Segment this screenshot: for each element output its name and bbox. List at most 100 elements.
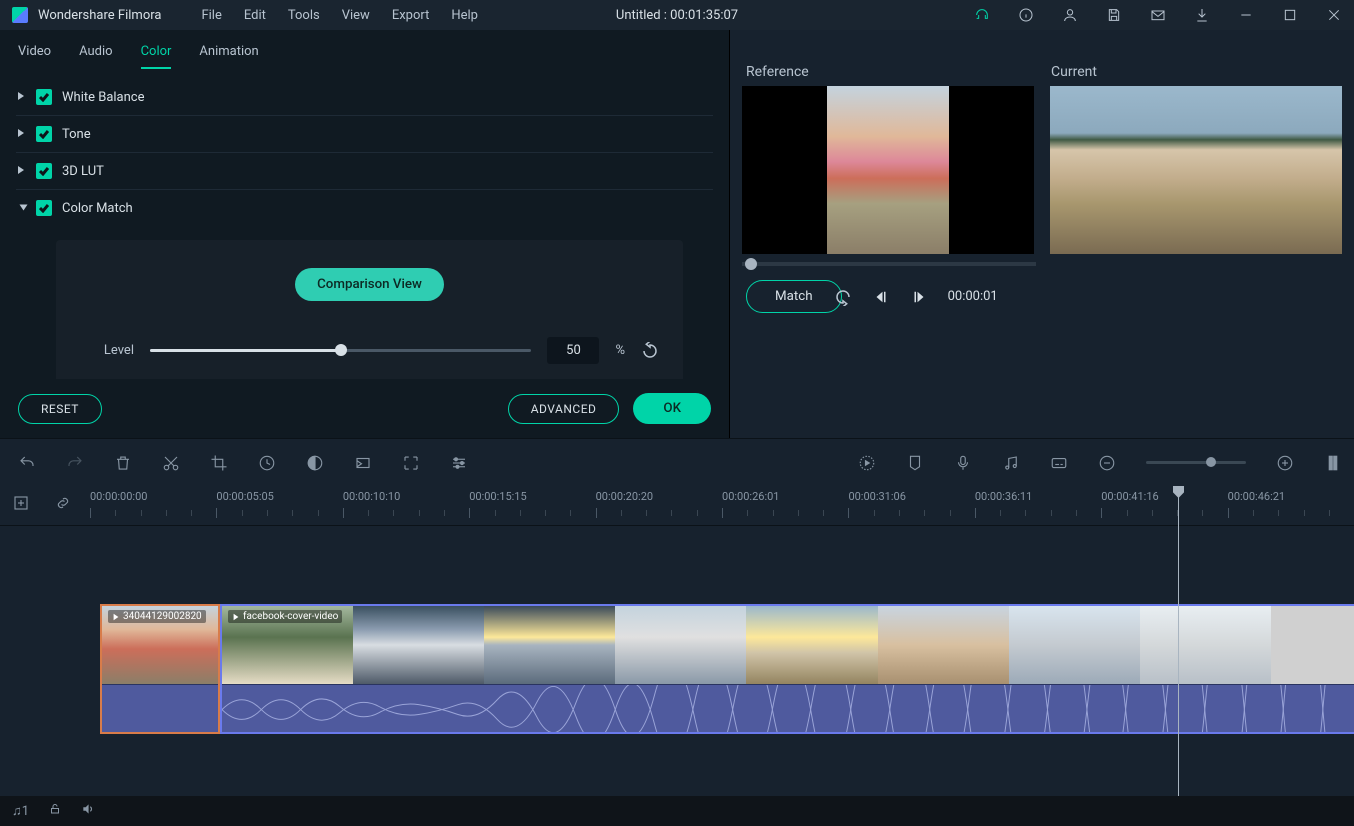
menu-tools[interactable]: Tools <box>288 8 320 23</box>
reset-level-icon[interactable] <box>641 342 659 360</box>
current-preview <box>1050 86 1342 254</box>
menu-help[interactable]: Help <box>451 8 478 23</box>
chevron-right-icon[interactable] <box>16 90 28 105</box>
undo-icon[interactable] <box>18 454 36 472</box>
level-slider[interactable] <box>150 349 531 352</box>
ruler-tick: 00:00:26:01 <box>722 490 779 503</box>
expand-icon[interactable] <box>402 454 420 472</box>
zoom-out-icon[interactable] <box>1098 454 1116 472</box>
ruler-tick: 00:00:10:10 <box>343 490 400 503</box>
section-label: 3D LUT <box>62 164 104 179</box>
checkbox-3d-lut[interactable] <box>36 163 52 179</box>
advanced-button[interactable]: ADVANCED <box>508 394 620 424</box>
timeline-toolbar <box>0 438 1354 486</box>
bottom-bar: ♫1 <box>0 796 1354 826</box>
chevron-down-icon[interactable] <box>15 202 30 214</box>
percent-label: % <box>615 343 625 358</box>
download-icon[interactable] <box>1194 7 1210 23</box>
reset-match-icon[interactable] <box>834 288 852 306</box>
subtitle-icon[interactable] <box>1050 454 1068 472</box>
ruler-tick: 00:00:36:11 <box>975 490 1032 503</box>
link-icon[interactable] <box>54 494 72 512</box>
tab-animation[interactable]: Animation <box>199 44 258 69</box>
cut-icon[interactable] <box>162 454 180 472</box>
ruler-tick: 00:00:15:15 <box>469 490 526 503</box>
speed-icon[interactable] <box>258 454 276 472</box>
preview-panel: Reference Current Match 00:00:01 <box>730 30 1354 438</box>
menu-edit[interactable]: Edit <box>244 8 266 23</box>
clip-name: 34044129002820 <box>123 611 202 622</box>
timeline: 00:00:00:00 00:00:05:05 00:00:10:10 00:0… <box>0 486 1354 796</box>
section-white-balance[interactable]: White Balance <box>16 79 713 116</box>
mail-icon[interactable] <box>1150 7 1166 23</box>
render-icon[interactable] <box>858 454 876 472</box>
minimize-icon[interactable] <box>1238 7 1254 23</box>
track-lock-icon[interactable] <box>49 803 61 819</box>
ok-button[interactable]: OK <box>633 393 711 424</box>
zoom-in-icon[interactable] <box>1276 454 1294 472</box>
fit-icon[interactable] <box>1324 454 1336 472</box>
tab-audio[interactable]: Audio <box>79 44 112 69</box>
zoom-slider[interactable] <box>1146 461 1246 464</box>
timeline-ruler[interactable]: 00:00:00:00 00:00:05:05 00:00:10:10 00:0… <box>0 486 1354 526</box>
section-color-match[interactable]: Color Match <box>16 190 713 226</box>
ruler-tick: 00:00:05:05 <box>216 490 273 503</box>
title-bar: Wondershare Filmora File Edit Tools View… <box>0 0 1354 30</box>
tab-color[interactable]: Color <box>141 44 172 69</box>
tab-video[interactable]: Video <box>18 44 51 69</box>
color-panel: Video Audio Color Animation White Balanc… <box>0 30 730 438</box>
audio-track-icon[interactable]: ♫1 <box>12 803 29 819</box>
close-icon[interactable] <box>1326 7 1342 23</box>
menu-file[interactable]: File <box>201 8 221 23</box>
clip-name: facebook-cover-video <box>243 611 338 622</box>
voiceover-icon[interactable] <box>954 454 972 472</box>
settings-icon[interactable] <box>450 454 468 472</box>
comparison-view-button[interactable]: Comparison View <box>295 268 444 301</box>
preview-scrubber[interactable] <box>742 262 1036 266</box>
panel-tabs: Video Audio Color Animation <box>0 30 729 79</box>
section-tone[interactable]: Tone <box>16 116 713 153</box>
info-icon[interactable] <box>1018 7 1034 23</box>
delete-icon[interactable] <box>114 454 132 472</box>
reference-label: Reference <box>746 64 1033 80</box>
app-name: Wondershare Filmora <box>38 8 161 23</box>
timeline-clip-2[interactable]: facebook-cover-video <box>220 604 1354 734</box>
green-screen-icon[interactable] <box>354 454 372 472</box>
menu-bar: File Edit Tools View Export Help <box>201 8 478 23</box>
section-3d-lut[interactable]: 3D LUT <box>16 153 713 190</box>
current-label: Current <box>1051 64 1338 80</box>
color-icon[interactable] <box>306 454 324 472</box>
level-value[interactable]: 50 <box>547 337 599 364</box>
checkbox-white-balance[interactable] <box>36 89 52 105</box>
section-label: Color Match <box>62 201 133 216</box>
app-logo-icon <box>12 7 28 23</box>
checkbox-color-match[interactable] <box>36 200 52 216</box>
prev-frame-icon[interactable] <box>872 288 890 306</box>
scrub-thumb[interactable] <box>745 258 757 270</box>
track-mute-icon[interactable] <box>81 802 95 820</box>
next-frame-icon[interactable] <box>910 288 928 306</box>
ruler-tick: 00:00:46:21 <box>1228 490 1285 503</box>
menu-export[interactable]: Export <box>392 8 430 23</box>
ruler-tick: 00:00:31:06 <box>848 490 905 503</box>
checkbox-tone[interactable] <box>36 126 52 142</box>
zoom-thumb[interactable] <box>1206 457 1216 467</box>
menu-view[interactable]: View <box>342 8 370 23</box>
playhead[interactable] <box>1178 486 1179 796</box>
chevron-right-icon[interactable] <box>16 127 28 142</box>
maximize-icon[interactable] <box>1282 7 1298 23</box>
audio-mixer-icon[interactable] <box>1002 454 1020 472</box>
slider-thumb[interactable] <box>335 344 347 356</box>
chevron-right-icon[interactable] <box>16 164 28 179</box>
reset-button[interactable]: RESET <box>18 394 102 424</box>
account-icon[interactable] <box>1062 7 1078 23</box>
add-track-icon[interactable] <box>12 494 30 512</box>
marker-icon[interactable] <box>906 454 924 472</box>
save-icon[interactable] <box>1106 7 1122 23</box>
support-icon[interactable] <box>974 7 990 23</box>
crop-icon[interactable] <box>210 454 228 472</box>
reference-preview <box>742 86 1034 254</box>
match-button[interactable]: Match <box>746 280 842 313</box>
timeline-clip-1[interactable]: 34044129002820 <box>100 604 220 734</box>
redo-icon[interactable] <box>66 454 84 472</box>
